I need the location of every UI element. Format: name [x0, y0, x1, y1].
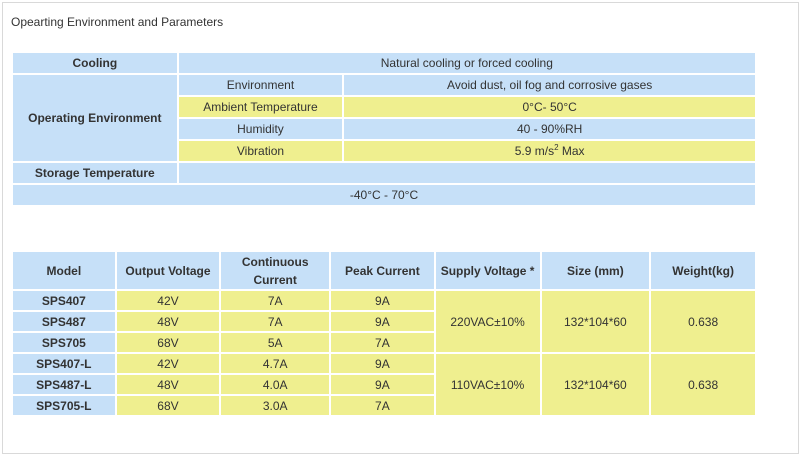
vibration-suffix: Max: [558, 144, 585, 158]
column-header: Size (mm): [541, 252, 650, 289]
storage-temperature-value: -40°C - 70°C: [13, 185, 755, 205]
table-row: SPS407 42V 7A 9A 220VAC±10% 132*104*60 0…: [13, 291, 755, 352]
env-row-name: Ambient Temperature: [178, 97, 343, 117]
model-cell: SPS705: [13, 333, 115, 352]
size-cell: 132*104*60: [541, 354, 650, 415]
column-header: Weight(kg): [651, 252, 755, 289]
storage-empty-cell: [178, 163, 755, 183]
continuous-current-cell: 3.0A: [221, 396, 330, 415]
page-heading: Opearting Environment and Parameters: [11, 15, 224, 29]
column-header: Supply Voltage *: [435, 252, 540, 289]
env-row-value: 5.9 m/s2 Max: [344, 141, 755, 161]
output-voltage-cell: 68V: [116, 333, 220, 352]
output-voltage-cell: 68V: [116, 396, 220, 415]
output-voltage-cell: 48V: [116, 375, 220, 394]
peak-current-cell: 9A: [331, 354, 434, 373]
weight-cell: 0.638: [651, 291, 755, 352]
continuous-current-cell: 4.0A: [221, 375, 330, 394]
supply-voltage-cell: 220VAC±10%: [435, 291, 540, 352]
output-voltage-cell: 48V: [116, 312, 220, 331]
continuous-current-cell: 7A: [221, 312, 330, 331]
peak-current-cell: 9A: [331, 291, 434, 310]
peak-current-cell: 7A: [331, 396, 434, 415]
products-table: Model Output Voltage Continuous Current …: [11, 250, 757, 417]
weight-cell: 0.638: [651, 354, 755, 415]
size-cell: 132*104*60: [541, 291, 650, 352]
table-row: SPS407-L 42V 4.7A 9A 110VAC±10% 132*104*…: [13, 354, 755, 415]
output-voltage-cell: 42V: [116, 291, 220, 310]
table-header-row: Model Output Voltage Continuous Current …: [13, 252, 755, 289]
column-header: Peak Current: [331, 252, 434, 289]
continuous-current-cell: 5A: [221, 333, 330, 352]
env-row-value: 0°C- 50°C: [344, 97, 755, 117]
env-row-name: Environment: [178, 75, 343, 95]
model-cell: SPS705-L: [13, 396, 115, 415]
model-cell: SPS407: [13, 291, 115, 310]
storage-temperature-label: Storage Temperature: [13, 163, 177, 183]
env-row-value: Avoid dust, oil fog and corrosive gases: [344, 75, 755, 95]
model-cell: SPS487: [13, 312, 115, 331]
column-header: Model: [13, 252, 115, 289]
peak-current-cell: 7A: [331, 333, 434, 352]
peak-current-cell: 9A: [331, 375, 434, 394]
cooling-label: Cooling: [13, 53, 177, 73]
column-header: Continuous Current: [221, 252, 330, 289]
operating-environment-label: Operating Environment: [13, 75, 177, 161]
continuous-current-cell: 7A: [221, 291, 330, 310]
env-row-name: Vibration: [178, 141, 343, 161]
environment-table: Cooling Natural cooling or forced coolin…: [11, 51, 757, 207]
output-voltage-cell: 42V: [116, 354, 220, 373]
model-cell: SPS487-L: [13, 375, 115, 394]
model-cell: SPS407-L: [13, 354, 115, 373]
env-row-name: Humidity: [178, 119, 343, 139]
env-row-value: 40 - 90%RH: [344, 119, 755, 139]
column-header: Output Voltage: [116, 252, 220, 289]
peak-current-cell: 9A: [331, 312, 434, 331]
vibration-value: 5.9 m/s: [514, 144, 555, 158]
cooling-value: Natural cooling or forced cooling: [178, 53, 755, 73]
supply-voltage-cell: 110VAC±10%: [435, 354, 540, 415]
continuous-current-cell: 4.7A: [221, 354, 330, 373]
